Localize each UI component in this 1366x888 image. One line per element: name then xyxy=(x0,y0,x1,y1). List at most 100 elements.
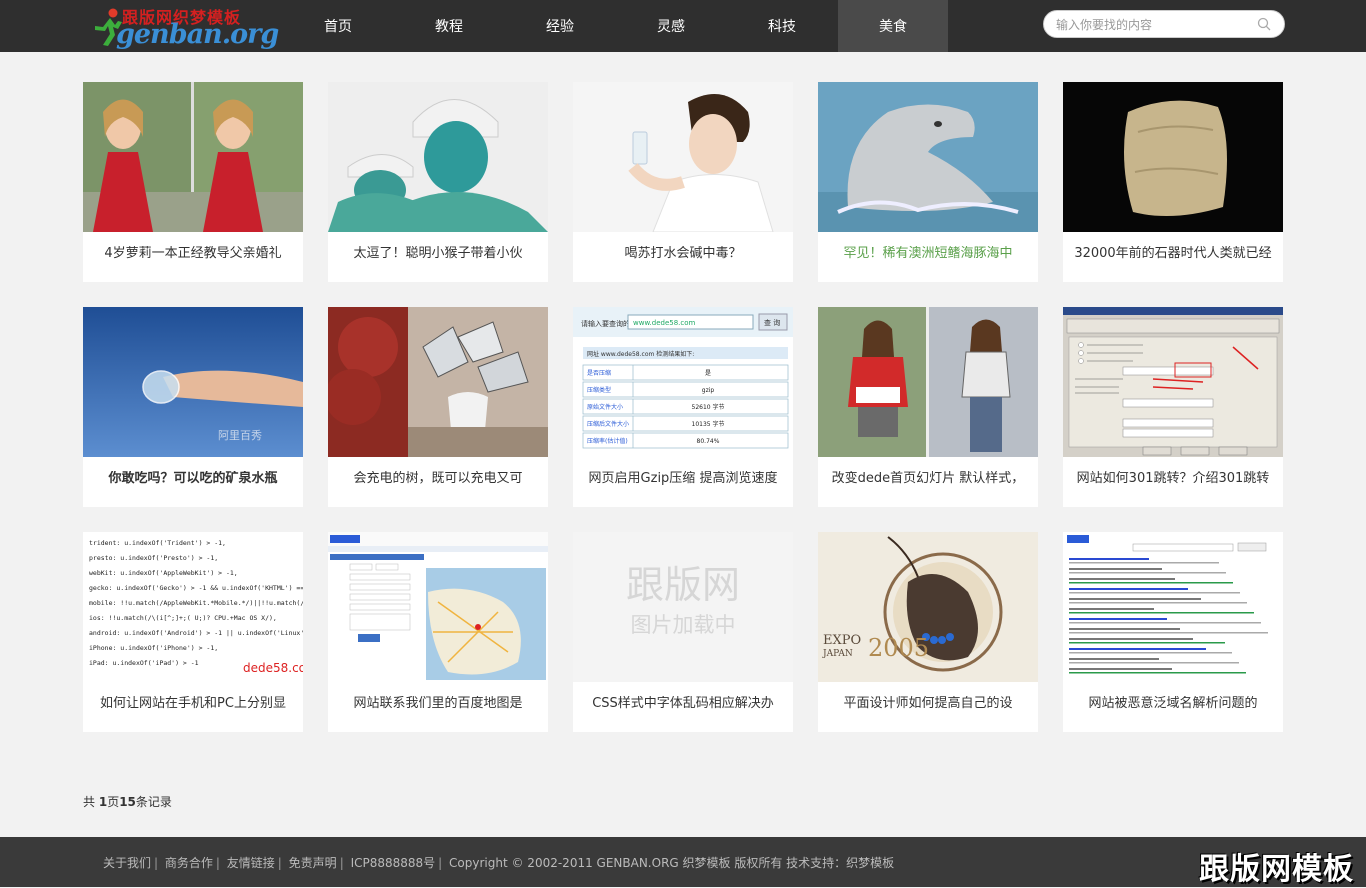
table-cell: 是否压缩 xyxy=(587,369,611,377)
article-thumbnail[interactable] xyxy=(328,307,548,457)
article-thumbnail[interactable] xyxy=(328,532,548,682)
nav-inspiration[interactable]: 灵感 xyxy=(616,0,726,52)
nav-experience[interactable]: 经验 xyxy=(505,0,615,52)
article-thumbnail[interactable]: 请输入要查询的网址: www.dede58.com 查 询 网址 www.ded… xyxy=(573,307,793,457)
footer-copyright: Copyright © 2002-2011 GENBAN.ORG 织梦模板 版权… xyxy=(449,856,895,870)
article-card[interactable]: 网站如何301跳转？介绍301跳转 xyxy=(1063,307,1283,507)
result-line xyxy=(1069,622,1261,624)
nav-tutorial[interactable]: 教程 xyxy=(394,0,504,52)
result-line xyxy=(1069,668,1172,670)
result-line xyxy=(1069,558,1149,560)
article-card[interactable]: 32000年前的石器时代人类就已经 xyxy=(1063,82,1283,282)
article-thumbnail[interactable] xyxy=(573,82,793,232)
article-thumbnail[interactable]: 阿里百秀 xyxy=(83,307,303,457)
result-line xyxy=(1069,608,1154,610)
article-title[interactable]: 网页启用Gzip压缩 提高浏览速度 xyxy=(583,471,783,505)
article-thumbnail[interactable]: EXPO 2005 JAPAN xyxy=(818,532,1038,682)
table-cell: 是 xyxy=(705,370,711,377)
nav-food[interactable]: 美食 xyxy=(838,0,948,52)
footer-link-about[interactable]: 关于我们 xyxy=(103,856,151,870)
article-title[interactable]: 罕见！稀有澳洲短鳍海豚海中 xyxy=(828,246,1028,280)
stone-tool-photo-image xyxy=(1063,82,1283,232)
article-thumbnail[interactable]: 跟版网 图片加载中 xyxy=(573,532,793,682)
result-line xyxy=(1069,632,1268,634)
article-title[interactable]: 网站被恶意泛域名解析问题的 xyxy=(1073,696,1273,730)
article-card[interactable]: 网站联系我们里的百度地图是 xyxy=(328,532,548,732)
result-line xyxy=(1069,648,1206,650)
expo-poster-image: EXPO 2005 JAPAN xyxy=(818,532,1038,682)
code-line: android: u.indexOf('Android') > -1 || u.… xyxy=(89,629,303,637)
article-title[interactable]: 改变dede首页幻灯片 默认样式， xyxy=(828,471,1028,505)
article-card[interactable]: 跟版网 图片加载中 CSS样式中字体乱码相应解决办 xyxy=(573,532,793,732)
article-title[interactable]: 32000年前的石器时代人类就已经 xyxy=(1073,246,1273,280)
article-title[interactable]: 你敢吃吗？可以吃的矿泉水瓶 xyxy=(93,471,293,505)
svg-text:EXPO: EXPO xyxy=(823,633,861,648)
table-cell: 压缩后文件大小 xyxy=(587,420,629,428)
baidu-map-screenshot-image xyxy=(328,532,548,682)
article-card[interactable]: 会充电的树，既可以充电又可 xyxy=(328,307,548,507)
article-thumbnail[interactable] xyxy=(1063,532,1283,682)
top-header: 跟版网织梦模板 genban.org 首页 教程 经验 灵感 科技 美食 xyxy=(0,0,1366,52)
article-title[interactable]: 平面设计师如何提高自己的设 xyxy=(828,696,1028,730)
article-thumbnail[interactable] xyxy=(818,307,1038,457)
brand-watermark: 跟版网模板 xyxy=(1199,852,1354,887)
table-cell: 压缩率(估计值) xyxy=(587,437,628,445)
article-title[interactable]: 太逗了！聪明小猴子带着小伙 xyxy=(338,246,538,280)
result-line xyxy=(1069,588,1188,590)
article-thumbnail[interactable] xyxy=(1063,307,1283,457)
svg-text:2005: 2005 xyxy=(868,634,929,662)
table-cell: 10135 字节 xyxy=(692,420,725,428)
article-title[interactable]: CSS样式中字体乱码相应解决办 xyxy=(583,696,783,730)
footer-link-friends[interactable]: 友情链接 xyxy=(227,856,275,870)
result-line xyxy=(1069,652,1232,654)
logo-wordmark: genban.org xyxy=(116,19,279,50)
result-line xyxy=(1069,568,1162,570)
article-thumbnail[interactable] xyxy=(818,82,1038,232)
footer-link-business[interactable]: 商务合作 xyxy=(165,856,213,870)
image-watermark: 阿里百秀 xyxy=(218,429,262,442)
svg-text:查 询: 查 询 xyxy=(764,318,780,327)
article-title[interactable]: 网站如何301跳转？介绍301跳转 xyxy=(1073,471,1273,505)
result-line xyxy=(1069,642,1225,644)
article-thumbnail[interactable] xyxy=(328,82,548,232)
js-code-screenshot-image: trident: u.indexOf('Trident') > -1, prest… xyxy=(83,532,303,682)
article-card[interactable]: 阿里百秀 你敢吃吗？可以吃的矿泉水瓶 xyxy=(83,307,303,507)
article-card[interactable]: 太逗了！聪明小猴子带着小伙 xyxy=(328,82,548,282)
svg-text:图片加载中: 图片加载中 xyxy=(631,613,736,637)
article-title[interactable]: 会充电的树，既可以充电又可 xyxy=(338,471,538,505)
article-thumbnail[interactable] xyxy=(1063,82,1283,232)
footer-links: 关于我们 | 商务合作 | 友情链接 | 免责声明 | ICP8888888号 | Cop… xyxy=(103,856,895,870)
solar-tree-photo-image xyxy=(328,307,548,457)
nav-tech[interactable]: 科技 xyxy=(727,0,837,52)
article-title[interactable]: 网站联系我们里的百度地图是 xyxy=(338,696,538,730)
article-card[interactable]: EXPO 2005 JAPAN 平面设计师如何提高自己的设 xyxy=(818,532,1038,732)
search-input[interactable] xyxy=(1054,15,1253,35)
result-line xyxy=(1069,578,1175,580)
article-card[interactable]: 请输入要查询的网址: www.dede58.com 查 询 网址 www.ded… xyxy=(573,307,793,507)
article-card[interactable]: 改变dede首页幻灯片 默认样式， xyxy=(818,307,1038,507)
article-card[interactable]: 4岁萝莉一本正经教导父亲婚礼 xyxy=(83,82,303,282)
article-card[interactable]: 网站被恶意泛域名解析问题的 xyxy=(1063,532,1283,732)
svg-text:www.dede58.com: www.dede58.com xyxy=(633,319,696,327)
table-cell: 52610 字节 xyxy=(692,403,725,411)
nav-home[interactable]: 首页 xyxy=(283,0,393,52)
record-count: 15 xyxy=(119,795,136,809)
article-card[interactable]: trident: u.indexOf('Trident') > -1, prest… xyxy=(83,532,303,732)
article-card[interactable]: 罕见！稀有澳洲短鳍海豚海中 xyxy=(818,82,1038,282)
result-line xyxy=(1069,562,1219,564)
search-icon[interactable] xyxy=(1257,17,1271,31)
article-thumbnail[interactable]: trident: u.indexOf('Trident') > -1, prest… xyxy=(83,532,303,682)
article-title[interactable]: 如何让网站在手机和PC上分别显 xyxy=(93,696,293,730)
result-line xyxy=(1069,602,1247,604)
article-card[interactable]: 喝苏打水会碱中毒？ xyxy=(573,82,793,282)
article-title[interactable]: 4岁萝莉一本正经教导父亲婚礼 xyxy=(93,246,293,280)
table-cell: 压缩类型 xyxy=(587,386,611,394)
site-logo[interactable]: 跟版网织梦模板 genban.org xyxy=(92,3,279,50)
svg-text:dede58.com: dede58.com xyxy=(243,661,303,675)
article-thumbnail[interactable] xyxy=(83,82,303,232)
article-title[interactable]: 喝苏打水会碱中毒？ xyxy=(583,246,783,280)
result-line xyxy=(1069,638,1193,640)
footer-link-disclaimer[interactable]: 免责声明 xyxy=(289,856,337,870)
svg-text:跟版网: 跟版网 xyxy=(626,563,740,607)
result-line xyxy=(1069,612,1254,614)
